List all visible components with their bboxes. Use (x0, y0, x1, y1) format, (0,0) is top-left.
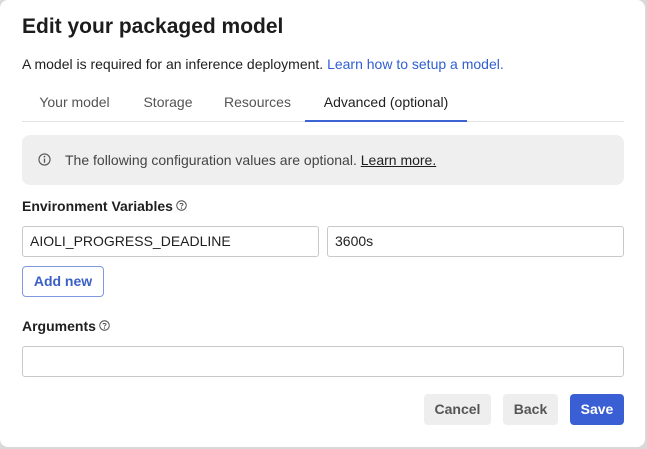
subtitle-text: A model is required for an inference dep… (22, 56, 324, 72)
arguments-label-text: Arguments (22, 318, 96, 334)
tab-storage[interactable]: Storage (128, 87, 208, 122)
env-vars-label: Environment Variables (22, 198, 187, 214)
add-new-button[interactable]: Add new (22, 266, 104, 297)
help-icon[interactable] (99, 320, 110, 331)
dialog-subtitle: A model is required for an inference dep… (22, 56, 504, 72)
learn-more-link[interactable]: Learn more. (361, 152, 436, 168)
edit-model-dialog: Edit your packaged model A model is requ… (0, 0, 645, 447)
save-button[interactable]: Save (570, 394, 624, 425)
tab-advanced-optional[interactable]: Advanced (optional) (305, 87, 467, 122)
env-var-name-field[interactable]: AIOLI_PROGRESS_DEADLINE (22, 226, 319, 257)
arguments-field[interactable] (22, 346, 624, 377)
env-var-value-field[interactable]: 3600s (327, 226, 624, 257)
notice-text-wrap: The following configuration values are o… (65, 152, 436, 168)
dialog-title: Edit your packaged model (22, 15, 284, 38)
help-icon[interactable] (176, 200, 187, 211)
arguments-label: Arguments (22, 318, 110, 334)
tab-resources[interactable]: Resources (210, 87, 305, 122)
tab-bar: Your model Storage Resources Advanced (o… (22, 87, 624, 122)
cancel-button[interactable]: Cancel (424, 394, 491, 425)
info-icon (38, 153, 51, 166)
setup-model-link[interactable]: Learn how to setup a model. (327, 56, 504, 72)
tab-your-model[interactable]: Your model (22, 87, 127, 122)
env-vars-label-text: Environment Variables (22, 198, 173, 214)
optional-notice: The following configuration values are o… (22, 135, 624, 185)
notice-text: The following configuration values are o… (65, 152, 357, 168)
back-button[interactable]: Back (503, 394, 558, 425)
